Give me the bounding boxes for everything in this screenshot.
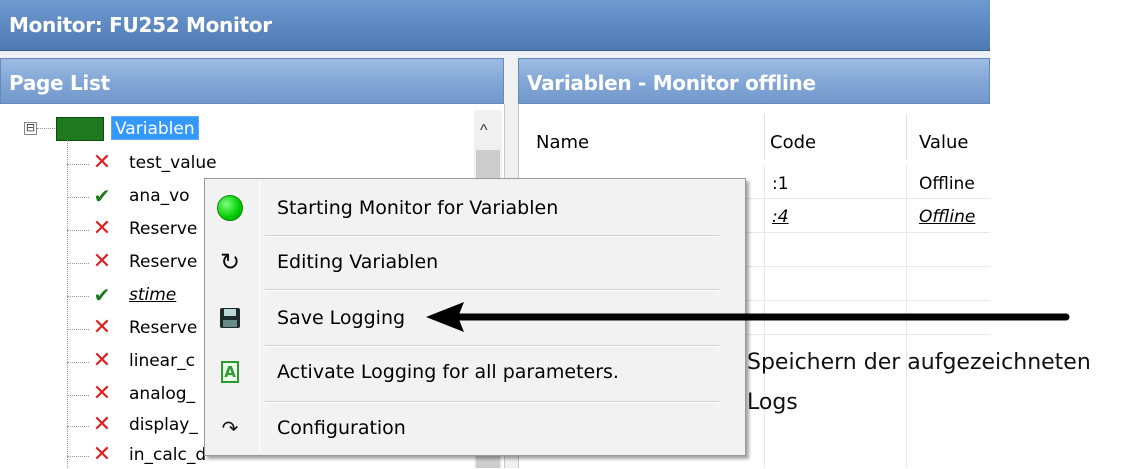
x-icon: ✕ — [92, 150, 112, 175]
x-icon: ✕ — [92, 381, 112, 406]
configuration-icon: ↷ — [221, 416, 239, 440]
menu-item-label: Starting Monitor for Variablen — [277, 197, 559, 219]
column-header-name[interactable]: Name — [536, 132, 589, 153]
tree-connector — [67, 456, 89, 457]
menu-item-activate-logging[interactable]: A Activate Logging for all parameters. — [207, 347, 743, 397]
page-list-title: Page List — [9, 71, 110, 95]
variables-panel-title: Variablen - Monitor offline — [527, 71, 816, 95]
column-divider[interactable] — [764, 114, 765, 160]
menu-separator — [265, 289, 719, 291]
page-color-icon — [56, 117, 104, 141]
x-icon: ✕ — [92, 216, 112, 241]
annotation-line-1: Speichern der aufgezeichneten — [747, 350, 1091, 375]
collapse-icon[interactable]: ⊟ — [24, 122, 37, 135]
column-header-value[interactable]: Value — [919, 132, 968, 153]
menu-item-label: Activate Logging for all parameters. — [277, 361, 619, 383]
check-icon: ✔ — [93, 184, 111, 208]
tree-root-label[interactable]: Variablen — [111, 116, 199, 140]
check-icon: ✔ — [93, 283, 111, 307]
scroll-up-icon[interactable]: ^ — [480, 122, 488, 140]
menu-item-save-logging[interactable]: Save Logging — [207, 293, 743, 343]
window-title-bar: Monitor: FU252 Monitor — [0, 0, 990, 51]
tree-connector — [67, 164, 89, 165]
row-code: :4 — [772, 207, 789, 227]
menu-item-edit-variablen[interactable]: ↻ Editing Variablen — [207, 237, 743, 287]
tree-connector — [37, 128, 57, 129]
x-icon: ✕ — [92, 315, 112, 340]
context-menu: Starting Monitor for Variablen ↻ Editing… — [204, 178, 746, 456]
tree-connector-line — [67, 140, 68, 468]
row-value: Offline — [919, 174, 975, 194]
green-circle-icon — [215, 183, 245, 233]
column-divider[interactable] — [906, 114, 907, 160]
page-list-header: Page List — [0, 58, 504, 104]
variables-panel-header: Variablen - Monitor offline — [518, 58, 990, 104]
tree-item-label: display_ — [129, 415, 198, 435]
tree-connector — [67, 230, 89, 231]
tree-item-label: Reserve — [129, 318, 198, 338]
redo-arrow-icon: ↻ — [219, 248, 241, 276]
annotation-text: Speichern der aufgezeichneten Logs — [747, 343, 1127, 423]
menu-item-label: Configuration — [277, 417, 406, 439]
row-value: Offline — [919, 207, 976, 227]
tree-item-label: linear_c — [129, 351, 195, 371]
tree-item-label: in_calc_d — [129, 445, 207, 465]
tree-connector — [67, 329, 89, 330]
tree-item-label: stime — [129, 285, 177, 305]
tree-item-label: ana_vo — [129, 186, 190, 206]
menu-item-label: Save Logging — [277, 307, 406, 329]
x-icon: ✕ — [92, 412, 112, 437]
tree-connector — [67, 426, 89, 427]
floppy-disk-icon — [215, 293, 245, 343]
tree-item-label: Reserve — [129, 252, 198, 272]
window-title: Monitor: FU252 Monitor — [9, 13, 272, 37]
annotation-line-2: Logs — [747, 390, 798, 415]
x-icon: ✕ — [92, 442, 112, 467]
tree-item-label: Reserve — [129, 219, 198, 239]
menu-item-start-monitor[interactable]: Starting Monitor for Variablen — [207, 183, 743, 233]
title-gap — [0, 51, 990, 58]
menu-item-label: Editing Variablen — [277, 251, 439, 273]
tree-item-label: test_value — [129, 153, 217, 173]
row-code: :1 — [772, 174, 789, 194]
tree-item-label: analog_ — [129, 384, 196, 404]
tree-connector — [67, 395, 89, 396]
x-icon: ✕ — [92, 249, 112, 274]
tree-connector — [67, 296, 89, 297]
x-icon: ✕ — [92, 348, 112, 373]
column-header-code[interactable]: Code — [770, 132, 816, 153]
tree-connector — [67, 362, 89, 363]
tree-connector — [67, 197, 89, 198]
menu-item-configuration[interactable]: ↷ Configuration — [207, 403, 743, 453]
tree-connector — [67, 263, 89, 264]
logging-a-icon: A — [215, 347, 245, 397]
